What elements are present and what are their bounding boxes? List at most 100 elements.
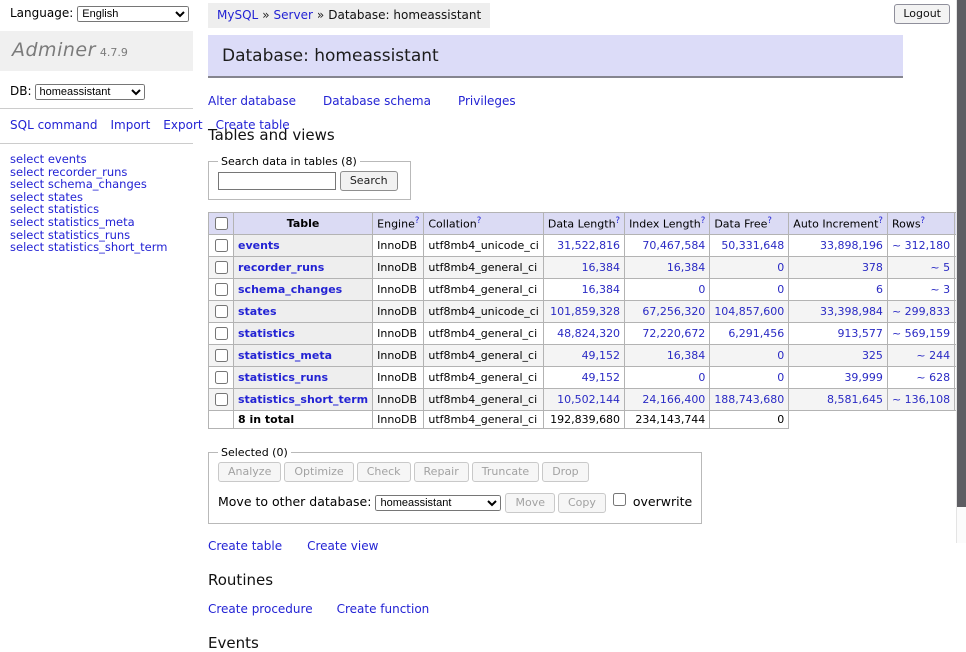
sidebar-select-statistics-short-term[interactable]: select statistics_short_term — [10, 241, 183, 254]
selected-buttons-row: AnalyzeOptimizeCheckRepairTruncateDrop — [218, 462, 692, 482]
row-checkbox-cell — [209, 235, 234, 257]
column-help-link-index-length[interactable]: ? — [701, 216, 706, 226]
sidebar: Language:English Adminer4.7.9 DB:homeass… — [0, 0, 193, 263]
row-checkbox-statistics_short_term[interactable] — [215, 393, 228, 406]
row-checkbox-cell — [209, 389, 234, 411]
language-label: Language: — [10, 6, 73, 20]
language-select[interactable]: English — [77, 6, 189, 22]
link-create-table[interactable]: Create table — [208, 539, 282, 553]
db-select[interactable]: homeassistant — [35, 84, 145, 100]
copy-button[interactable]: Copy — [558, 493, 606, 513]
auto-increment-cell: 325 — [789, 345, 888, 367]
data-length-cell: 49,152 — [543, 345, 624, 367]
sidebar-link-import[interactable]: Import — [110, 118, 150, 132]
link-database-schema[interactable]: Database schema — [323, 94, 431, 108]
data-length-cell: 49,152 — [543, 367, 624, 389]
link-alter-database[interactable]: Alter database — [208, 94, 296, 108]
search-input[interactable] — [218, 172, 336, 190]
optimize-button[interactable]: Optimize — [284, 462, 353, 482]
events-heading: Events — [208, 634, 896, 652]
link-create-view[interactable]: Create view — [307, 539, 378, 553]
breadcrumb-mysql[interactable]: MySQL — [217, 8, 258, 22]
page-title: Database: homeassistant — [208, 35, 903, 78]
row-checkbox-cell — [209, 301, 234, 323]
sidebar-select-schema-changes[interactable]: select schema_changes — [10, 178, 183, 191]
adminer-logo-name: Adminer — [12, 39, 96, 61]
sidebar-select-statistics-meta[interactable]: select statistics_meta — [10, 216, 183, 229]
table-row-statistics_runs: statistics_runsInnoDButf8mb4_general_ci4… — [209, 367, 966, 389]
sidebar-link-sql-command[interactable]: SQL command — [10, 118, 97, 132]
table-link-statistics_short_term[interactable]: statistics_short_term — [238, 393, 368, 406]
table-row-states: statesInnoDButf8mb4_unicode_ci101,859,32… — [209, 301, 966, 323]
breadcrumb-server[interactable]: Server — [274, 8, 313, 22]
table-row-schema_changes: schema_changesInnoDButf8mb4_general_ci16… — [209, 279, 966, 301]
auto-increment-cell: 33,898,196 — [789, 235, 888, 257]
rows-count-cell: ~ 569,159 — [887, 323, 954, 345]
table-link-recorder_runs[interactable]: recorder_runs — [238, 261, 324, 274]
table-link-schema_changes[interactable]: schema_changes — [238, 283, 342, 296]
data-free-cell: 0 — [710, 345, 789, 367]
create-links: Create table Create view — [208, 539, 896, 553]
link-create-function[interactable]: Create function — [337, 602, 430, 616]
link-create-procedure[interactable]: Create procedure — [208, 602, 313, 616]
row-checkbox-statistics[interactable] — [215, 327, 228, 340]
column-help-link-data-free[interactable]: ? — [767, 216, 772, 226]
check-button[interactable]: Check — [357, 462, 411, 482]
column-header-auto-increment: Auto Increment? — [789, 213, 888, 235]
row-checkbox-recorder_runs[interactable] — [215, 261, 228, 274]
table-row-recorder_runs: recorder_runsInnoDButf8mb4_general_ci16,… — [209, 257, 966, 279]
truncate-button[interactable]: Truncate — [472, 462, 539, 482]
drop-button[interactable]: Drop — [542, 462, 588, 482]
row-checkbox-states[interactable] — [215, 305, 228, 318]
table-link-statistics_runs[interactable]: statistics_runs — [238, 371, 328, 384]
auto-increment-cell: 6 — [789, 279, 888, 301]
row-checkbox-statistics_meta[interactable] — [215, 349, 228, 362]
data-length-cell: 16,384 — [543, 279, 624, 301]
column-help-link-data-length[interactable]: ? — [616, 216, 621, 226]
table-link-statistics[interactable]: statistics — [238, 327, 295, 340]
column-help-link-collation[interactable]: ? — [477, 216, 482, 226]
overwrite-checkbox[interactable] — [613, 493, 626, 506]
data-free-cell: 50,331,648 — [710, 235, 789, 257]
sidebar-link-export[interactable]: Export — [163, 118, 202, 132]
rows-count-cell: ~ 3 — [887, 279, 954, 301]
column-help-link-auto-increment[interactable]: ? — [878, 216, 883, 226]
engine-cell: InnoDB — [373, 257, 424, 279]
vertical-scrollbar[interactable] — [956, 0, 966, 543]
scrollbar-thumb[interactable] — [957, 0, 966, 507]
column-help: ? — [415, 216, 420, 226]
collation-cell: utf8mb4_general_ci — [424, 257, 543, 279]
routine-links: Create procedure Create function — [208, 602, 896, 616]
sidebar-link-create-table[interactable]: Create table — [216, 118, 290, 132]
data-length-cell: 48,824,320 — [543, 323, 624, 345]
collation-cell: utf8mb4_unicode_ci — [424, 301, 543, 323]
table-row-statistics_short_term: statistics_short_termInnoDButf8mb4_gener… — [209, 389, 966, 411]
row-checkbox-events[interactable] — [215, 239, 228, 252]
column-help-link-engine[interactable]: ? — [415, 216, 420, 226]
overwrite-label: overwrite — [633, 494, 692, 509]
analyze-button[interactable]: Analyze — [218, 462, 281, 482]
search-button[interactable]: Search — [340, 171, 398, 191]
total-checkbox-spacer — [209, 411, 234, 429]
index-length-cell: 67,256,320 — [625, 301, 710, 323]
table-row-statistics_meta: statistics_metaInnoDButf8mb4_general_ci4… — [209, 345, 966, 367]
total-row: 8 in totalInnoDButf8mb4_general_ci192,83… — [209, 411, 966, 429]
table-link-events[interactable]: events — [238, 239, 280, 252]
move-db-select[interactable]: homeassistant — [375, 495, 501, 511]
column-help-link-rows[interactable]: ? — [921, 216, 926, 226]
select-all-checkbox[interactable] — [215, 217, 228, 230]
row-checkbox-statistics_runs[interactable] — [215, 371, 228, 384]
table-link-statistics_meta[interactable]: statistics_meta — [238, 349, 332, 362]
repair-button[interactable]: Repair — [414, 462, 469, 482]
link-privileges[interactable]: Privileges — [458, 94, 516, 108]
table-name-cell: statistics — [234, 323, 373, 345]
logout-button[interactable]: Logout — [894, 4, 950, 24]
index-length-cell: 0 — [625, 367, 710, 389]
sidebar-select-events[interactable]: select events — [10, 153, 183, 166]
database-action-links: Alter database Database schema Privileges — [208, 94, 896, 108]
db-select-row: DB:homeassistant — [0, 71, 193, 108]
table-link-states[interactable]: states — [238, 305, 277, 318]
move-button[interactable]: Move — [505, 493, 555, 513]
row-checkbox-schema_changes[interactable] — [215, 283, 228, 296]
column-header-data-length: Data Length? — [543, 213, 624, 235]
